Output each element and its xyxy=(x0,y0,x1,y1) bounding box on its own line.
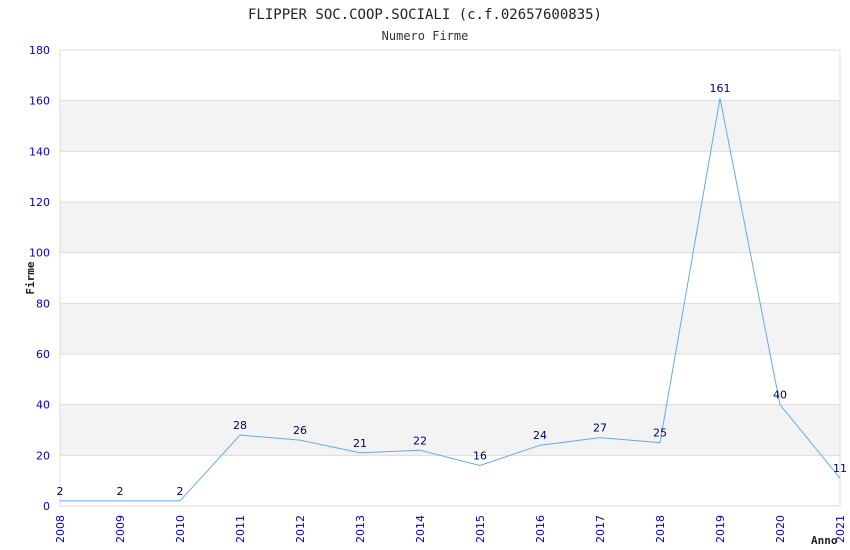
grid-band xyxy=(60,404,840,456)
data-label: 27 xyxy=(593,422,607,435)
data-label: 2 xyxy=(117,485,124,498)
y-tick-label: 0 xyxy=(43,500,50,513)
data-label: 26 xyxy=(293,424,307,437)
data-label: 25 xyxy=(653,427,667,440)
data-label: 28 xyxy=(233,419,247,432)
y-tick-label: 120 xyxy=(29,196,50,209)
x-tick-label: 2012 xyxy=(294,515,307,543)
y-tick-label: 60 xyxy=(36,348,50,361)
x-tick-label: 2018 xyxy=(654,515,667,543)
line-chart: FLIPPER SOC.COOP.SOCIALI (c.f.0265760083… xyxy=(24,7,847,547)
y-tick-label: 20 xyxy=(36,449,50,462)
data-label: 2 xyxy=(57,485,64,498)
x-tick-label: 2009 xyxy=(114,515,127,543)
data-label: 21 xyxy=(353,437,367,450)
grid-band xyxy=(60,202,840,253)
x-tick-label: 2010 xyxy=(174,515,187,543)
data-label: 161 xyxy=(710,82,731,95)
x-tick-label: 2016 xyxy=(534,515,547,543)
y-tick-label: 140 xyxy=(29,145,50,158)
x-tick-label: 2011 xyxy=(234,515,247,543)
grid-band xyxy=(60,303,840,354)
data-label: 2 xyxy=(177,485,184,498)
x-tick-label: 2017 xyxy=(594,515,607,543)
y-tick-label: 180 xyxy=(29,44,50,57)
y-axis-label: Firme xyxy=(24,261,37,294)
data-label: 40 xyxy=(773,389,787,402)
x-tick-label: 2013 xyxy=(354,515,367,543)
y-tick-label: 40 xyxy=(36,399,50,412)
x-axis-label: Anno xyxy=(811,534,838,547)
x-tick-label: 2014 xyxy=(414,515,427,543)
x-tick-label: 2019 xyxy=(714,515,727,543)
data-label: 24 xyxy=(533,429,547,442)
data-label: 22 xyxy=(413,434,427,447)
x-tick-label: 2008 xyxy=(54,515,67,543)
x-tick-label: 2015 xyxy=(474,515,487,543)
y-tick-label: 100 xyxy=(29,247,50,260)
chart-subtitle: Numero Firme xyxy=(382,29,469,43)
data-label: 11 xyxy=(833,462,847,475)
x-tick-label: 2020 xyxy=(774,515,787,543)
grid-band xyxy=(60,100,840,152)
y-tick-label: 80 xyxy=(36,297,50,310)
y-tick-label: 160 xyxy=(29,95,50,108)
chart-title: FLIPPER SOC.COOP.SOCIALI (c.f.0265760083… xyxy=(248,7,602,23)
data-label: 16 xyxy=(473,449,487,462)
